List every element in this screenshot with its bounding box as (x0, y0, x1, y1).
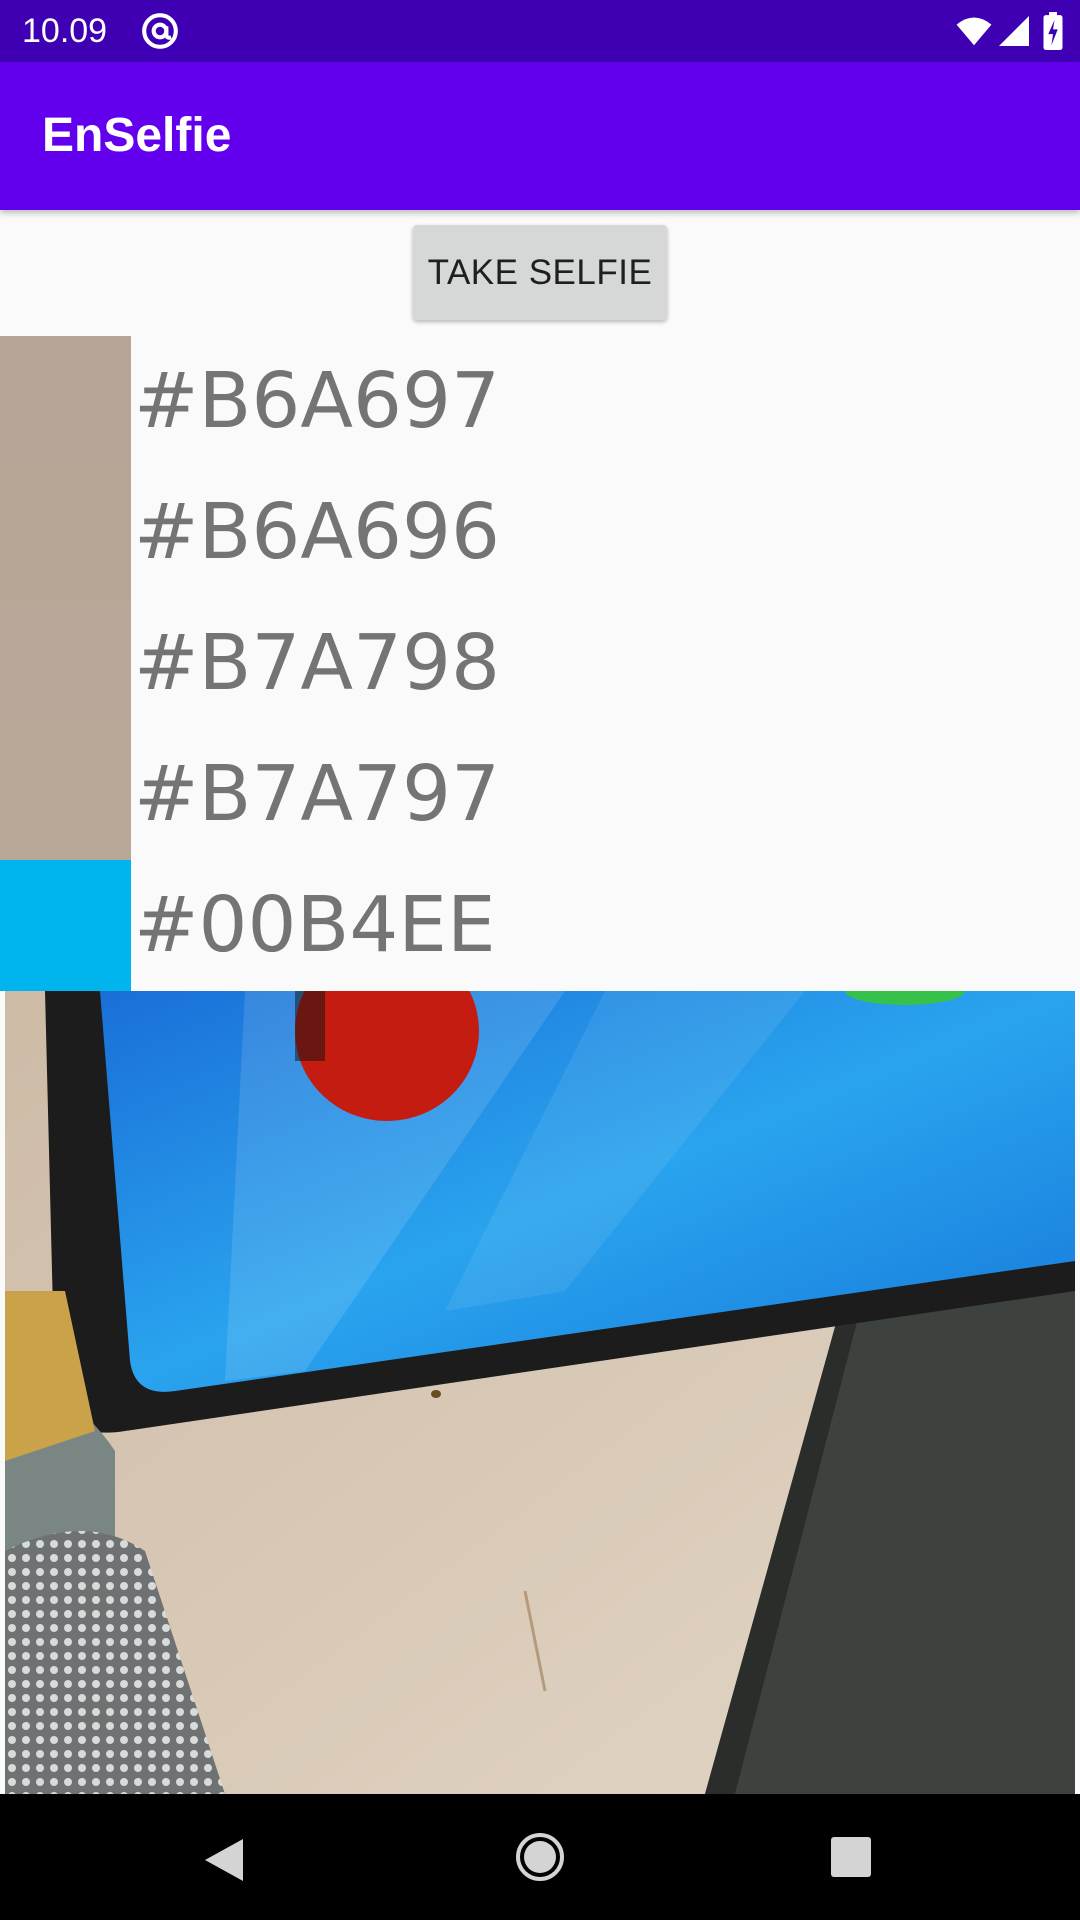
color-hex-label: #00B4EE (134, 881, 496, 970)
recents-icon[interactable] (830, 1836, 872, 1878)
color-hex-label: #B7A797 (134, 750, 500, 839)
home-icon[interactable] (515, 1832, 565, 1882)
at-sign-icon (142, 13, 178, 49)
selfie-photo-illustration (5, 991, 1075, 1794)
color-swatch (0, 860, 131, 991)
color-swatch (0, 598, 131, 729)
color-row: #00B4EE (0, 860, 1080, 991)
color-row: #B6A697 (0, 336, 1080, 467)
app-title: EnSelfie (42, 109, 232, 162)
signal-icon (999, 16, 1029, 46)
color-swatch (0, 467, 131, 598)
battery-charging-icon (1043, 12, 1063, 50)
selfie-photo (5, 991, 1075, 1794)
color-hex-label: #B6A697 (134, 357, 500, 446)
take-selfie-button[interactable]: TAKE SELFIE (413, 225, 667, 320)
color-swatch (0, 729, 131, 860)
color-list: #B6A697 #B6A696 #B7A798 #B7A797 #00B4EE (0, 336, 1080, 991)
status-bar: 10.09 (0, 0, 1080, 62)
color-row: #B6A696 (0, 467, 1080, 598)
color-hex-label: #B7A798 (134, 619, 500, 708)
color-swatch (0, 336, 131, 467)
status-icons (956, 12, 1066, 50)
navigation-bar (0, 1794, 1080, 1920)
color-hex-label: #B6A696 (134, 488, 500, 577)
back-icon[interactable] (203, 1837, 245, 1883)
color-row: #B7A797 (0, 729, 1080, 860)
color-row: #B7A798 (0, 598, 1080, 729)
wifi-icon (956, 17, 992, 46)
status-time: 10.09 (22, 12, 108, 50)
app-bar: EnSelfie (0, 62, 1080, 210)
